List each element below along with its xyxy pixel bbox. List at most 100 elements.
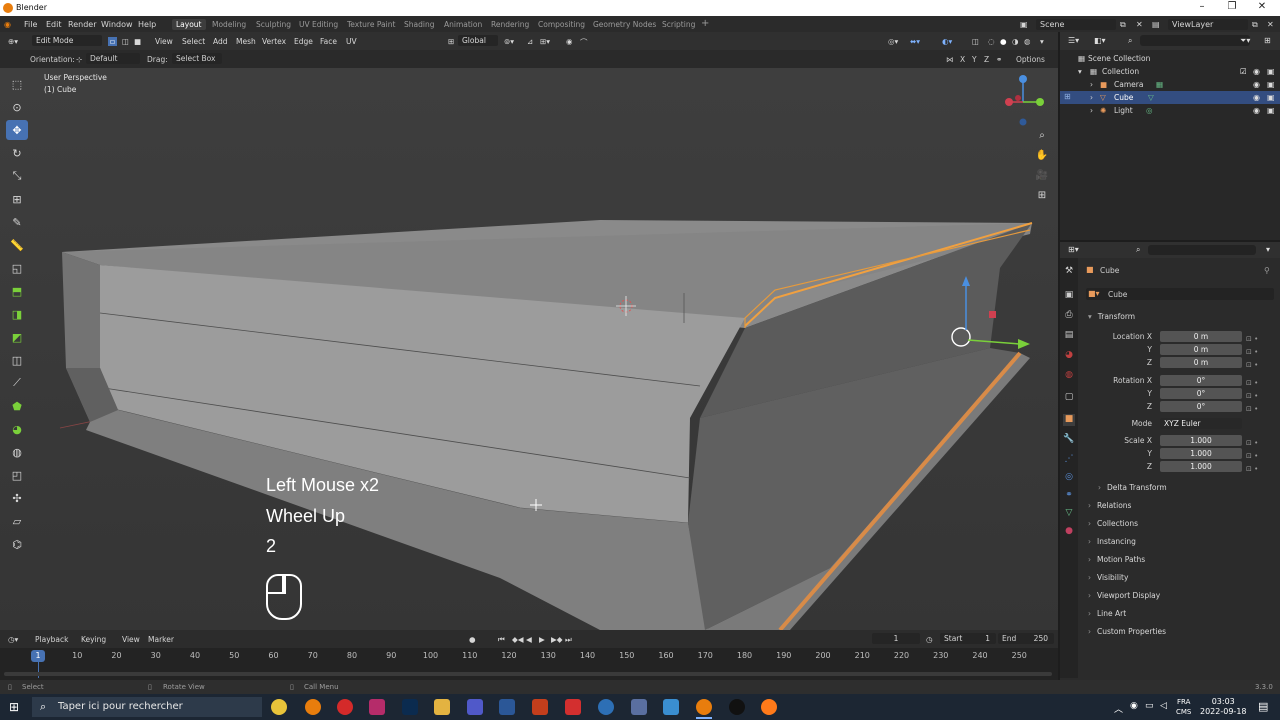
jump-end-icon[interactable]: ⏭ <box>565 635 572 645</box>
tray-app-icon[interactable]: ◉ <box>1130 701 1138 711</box>
lock-icons[interactable]: ⊡ • ⊡ • ⊡ • <box>1246 333 1258 372</box>
menu-face[interactable]: Face <box>320 37 337 46</box>
orientation-selector[interactable]: Default <box>86 53 140 64</box>
render-tab-icon[interactable]: ▣ <box>1063 290 1075 302</box>
checkbox-icon[interactable]: ☑ <box>1240 67 1247 76</box>
blender-menu-icon[interactable]: ◉ <box>4 20 11 29</box>
language-indicator[interactable]: FRA CMS <box>1176 697 1191 717</box>
transform-orientation-selector[interactable]: Global <box>458 35 498 46</box>
collections-section[interactable]: › Collections <box>1088 519 1138 528</box>
scale-lock-icons[interactable]: ⊡ • ⊡ • ⊡ • <box>1246 437 1258 476</box>
expand-arrow-icon[interactable]: › <box>1090 106 1093 115</box>
blender-active-icon[interactable] <box>696 699 712 715</box>
rotation-y-field[interactable]: 0° <box>1160 388 1242 399</box>
rotation-mode-dropdown[interactable]: XYZ Euler <box>1160 418 1242 429</box>
rotation-z-field[interactable]: 0° <box>1160 401 1242 412</box>
wireframe-shading-icon[interactable]: ◌ <box>988 37 995 46</box>
menu-help[interactable]: Help <box>138 20 156 29</box>
next-keyframe-icon[interactable]: ▶◆ <box>551 635 563 644</box>
scene-selector[interactable]: Scene <box>1036 19 1116 30</box>
motion-paths-section[interactable]: › Motion Paths <box>1088 555 1145 564</box>
chrome-icon[interactable] <box>271 699 287 715</box>
material-shading-icon[interactable]: ◑ <box>1012 37 1019 46</box>
edge-select-icon[interactable]: ◫ <box>122 37 129 46</box>
menu-add[interactable]: Add <box>213 37 228 46</box>
outliner-item-cube[interactable]: › ▽ Cube ▽ ◉ ▣ <box>1060 91 1280 104</box>
gizmo-toggle-icon[interactable]: ⬌▾ <box>910 37 920 46</box>
firefox-icon[interactable] <box>761 699 777 715</box>
measure-tool-icon[interactable]: 📏 <box>6 235 28 255</box>
pivot-point-icon[interactable]: ⊚▾ <box>504 37 514 46</box>
record-icon[interactable]: ● <box>469 635 476 644</box>
spin-tool-icon[interactable]: ◕ <box>6 419 28 439</box>
app-icon-12[interactable] <box>631 699 647 715</box>
annotate-tool-icon[interactable]: ✎ <box>6 212 28 232</box>
eye-icon[interactable]: ◉ <box>1253 80 1260 89</box>
tab-sculpting[interactable]: Sculpting <box>256 20 291 29</box>
app-icon-15[interactable] <box>729 699 745 715</box>
face-select-icon[interactable]: ■ <box>134 37 141 46</box>
transform-tool-icon[interactable]: ⊞ <box>6 189 28 209</box>
menu-mesh[interactable]: Mesh <box>236 37 256 46</box>
close-icon[interactable]: ✕ <box>1252 1 1272 12</box>
collection-tab-icon[interactable]: ▢ <box>1063 392 1075 404</box>
vertex-select-icon[interactable]: ▫ <box>108 37 118 46</box>
object-datablock-field[interactable]: ■▾ Cube <box>1086 288 1274 300</box>
marker-menu[interactable]: Marker <box>148 635 174 644</box>
move-tool-icon[interactable]: ✥ <box>6 120 28 140</box>
xray-toggle-icon[interactable]: ◫ <box>972 37 979 46</box>
view-layer-tab-icon[interactable]: ▤ <box>1063 330 1075 342</box>
viewport-display-section[interactable]: › Viewport Display <box>1088 591 1160 600</box>
end-frame-field[interactable]: End 250 <box>998 633 1054 644</box>
delete-view-layer-icon[interactable]: ✕ <box>1267 20 1274 29</box>
particles-tab-icon[interactable]: ⋰ <box>1063 454 1075 466</box>
timeline-editor-type-icon[interactable]: ◷▾ <box>8 635 18 644</box>
instancing-section[interactable]: › Instancing <box>1088 537 1136 546</box>
keying-menu[interactable]: Keying <box>81 635 106 644</box>
preview-range-icon[interactable]: ◷ <box>926 635 933 644</box>
relations-section[interactable]: › Relations <box>1088 501 1131 510</box>
camera-render-icon[interactable]: ▣ <box>1267 67 1275 76</box>
mode-selector[interactable]: Edit Mode <box>32 35 102 46</box>
shrink-fatten-tool-icon[interactable]: ✣ <box>6 488 28 508</box>
notifications-icon[interactable]: ▤ <box>1258 700 1268 713</box>
knife-tool-icon[interactable]: ⟋ <box>6 373 28 393</box>
scene-tab-icon[interactable]: ◕ <box>1063 350 1075 362</box>
solid-shading-icon[interactable]: ● <box>1000 37 1007 46</box>
outliner-scene-collection[interactable]: ▦ Scene Collection <box>1060 52 1280 65</box>
timeline-scrollbar[interactable] <box>4 672 1052 676</box>
tab-rendering[interactable]: Rendering <box>491 20 529 29</box>
battery-icon[interactable]: ▭ <box>1145 701 1154 711</box>
constraints-tab-icon[interactable]: ⚭ <box>1063 490 1075 502</box>
extrude-tool-icon[interactable]: ⬒ <box>6 281 28 301</box>
camera-render-icon[interactable]: ▣ <box>1267 80 1275 89</box>
tab-modeling[interactable]: Modeling <box>212 20 246 29</box>
3d-viewport[interactable]: User Perspective (1) Cube ⬚ ⊙ ✥ ↻ ⤡ ⊞ ✎ … <box>0 68 1058 630</box>
new-collection-icon[interactable]: ⊞ <box>1264 36 1271 45</box>
outliner-collection[interactable]: ▾ ▦ Collection ☑ ◉ ▣ <box>1060 65 1280 78</box>
taskbar-clock[interactable]: 03:03 2022-09-18 <box>1200 697 1247 717</box>
menu-window[interactable]: Window <box>101 20 133 29</box>
world-tab-icon[interactable]: ◍ <box>1063 370 1075 382</box>
snap-icon[interactable]: ⊿ <box>527 37 533 46</box>
expand-arrow-icon[interactable]: › <box>1090 80 1093 89</box>
drag-selector[interactable]: Select Box <box>172 53 222 64</box>
tab-animation[interactable]: Animation <box>444 20 482 29</box>
delete-scene-icon[interactable]: ✕ <box>1136 20 1143 29</box>
menu-edit[interactable]: Edit <box>46 20 62 29</box>
view-layer-selector[interactable]: ViewLayer <box>1168 19 1248 30</box>
menu-render[interactable]: Render <box>68 20 96 29</box>
material-tab-icon[interactable]: ● <box>1063 526 1075 538</box>
windows-start-icon[interactable]: ⊞ <box>9 700 19 714</box>
photos-icon[interactable] <box>663 699 679 715</box>
falloff-icon[interactable]: ⌒ <box>580 37 588 48</box>
snap-target-icon[interactable]: ⊞▾ <box>540 37 550 46</box>
tab-shading[interactable]: Shading <box>404 20 434 29</box>
tab-geometry-nodes[interactable]: Geometry Nodes <box>593 20 656 29</box>
tab-texture-paint[interactable]: Texture Paint <box>347 20 395 29</box>
pin-icon[interactable]: ⚲ <box>1264 266 1270 275</box>
proportional-editing-icon[interactable]: ◉ <box>566 37 573 46</box>
location-x-field[interactable]: 0 m <box>1160 331 1242 342</box>
output-tab-icon[interactable]: ⎙ <box>1063 310 1075 322</box>
camera-render-icon[interactable]: ▣ <box>1267 93 1275 102</box>
